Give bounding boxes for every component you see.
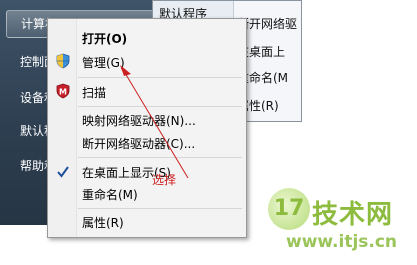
watermark-url: www.itjs.cn: [286, 232, 398, 252]
watermark-brand: 技术网: [312, 200, 394, 230]
brand-logo-icon: 17: [268, 188, 310, 230]
annotation-label: 选择: [152, 173, 177, 187]
